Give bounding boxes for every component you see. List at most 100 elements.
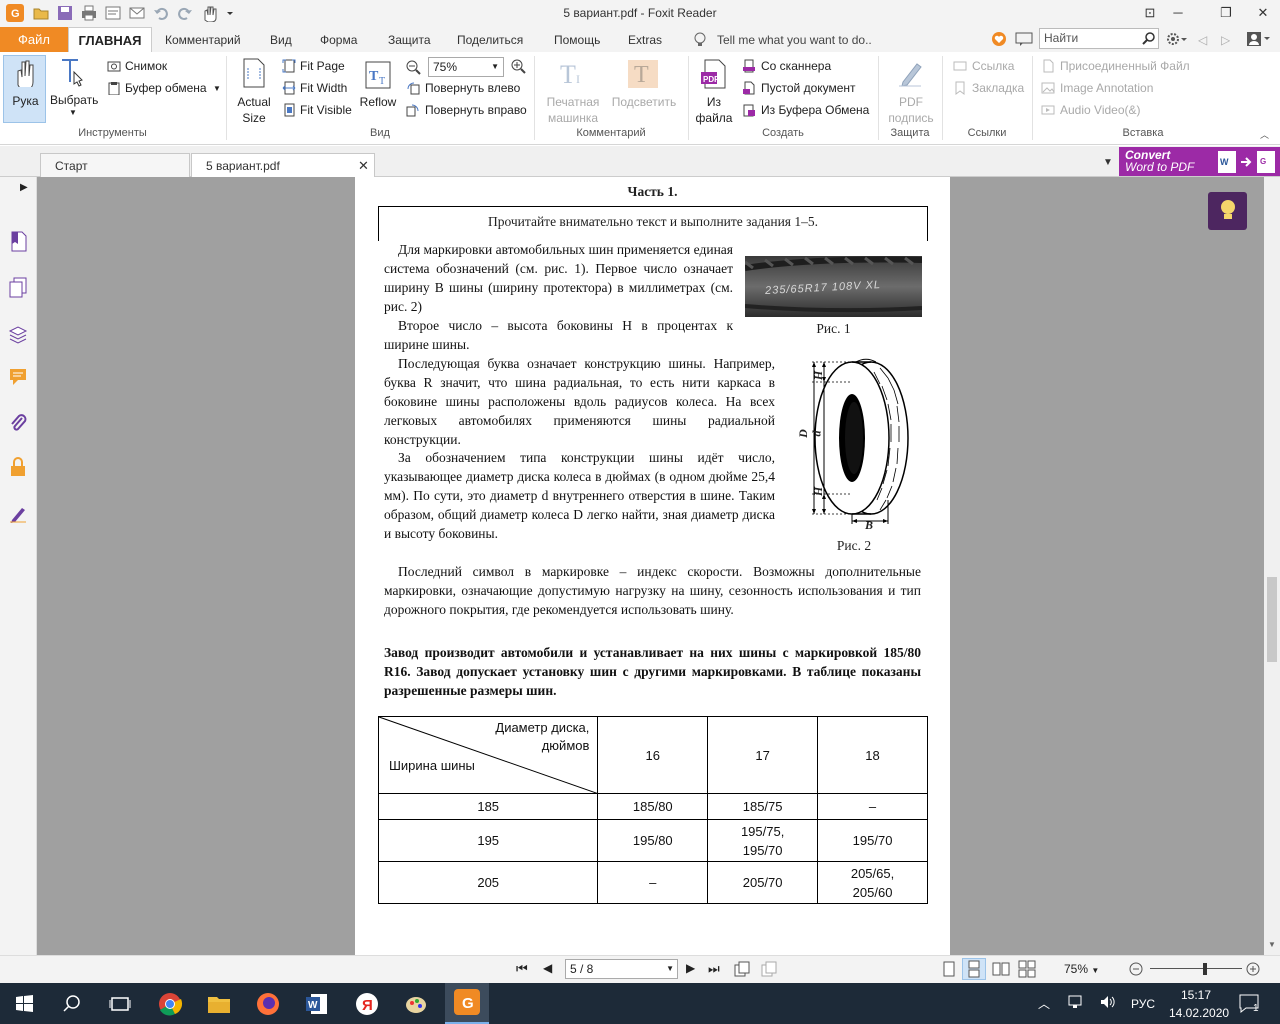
blank-doc-button[interactable]: Пустой документ (761, 81, 856, 95)
facing-page-icon[interactable] (992, 960, 1010, 978)
layers-panel-icon[interactable] (8, 322, 28, 344)
chat-icon[interactable] (1015, 31, 1033, 47)
zoom-in-icon[interactable] (510, 58, 526, 74)
pdf-sign-button[interactable]: PDF подпись (884, 55, 938, 125)
hand-tool-button[interactable]: Рука (3, 55, 46, 123)
settings-icon[interactable] (1165, 31, 1187, 47)
signatures-panel-icon[interactable] (8, 502, 28, 524)
fit-visible-button[interactable]: Fit Visible (300, 103, 352, 117)
volume-icon[interactable] (1099, 994, 1117, 1010)
from-scanner-button[interactable]: Со сканнера (761, 59, 831, 73)
tabs-dropdown-icon[interactable]: ▼ (1103, 157, 1113, 168)
collapse-ribbon-icon[interactable]: ︿ (1260, 128, 1269, 141)
status-zoom-in-icon[interactable] (1245, 961, 1261, 977)
search-input[interactable]: Найти (1039, 28, 1159, 49)
network-icon[interactable] (1068, 994, 1086, 1010)
tab-document[interactable]: 5 вариант.pdf (191, 153, 375, 177)
open-icon[interactable] (32, 4, 50, 22)
taskbar-search-icon[interactable] (56, 988, 88, 1020)
image-annotation-button[interactable]: Image Annotation (1060, 81, 1153, 95)
next-result-icon[interactable]: ▷ (1221, 33, 1230, 47)
account-icon[interactable] (1246, 31, 1270, 47)
close-button[interactable]: ✕ (1250, 2, 1276, 24)
fit-page-button[interactable]: Fit Page (300, 59, 345, 73)
show-hidden-icons-icon[interactable]: ︿ (1038, 995, 1050, 1012)
search-icon[interactable] (1142, 31, 1156, 45)
tab-form[interactable]: Форма (320, 33, 357, 47)
bookmarks-panel-icon[interactable] (8, 230, 28, 252)
tab-help[interactable]: Помощь (554, 33, 600, 47)
reflow-button[interactable]: TT Reflow (358, 55, 398, 115)
tab-start[interactable]: Старт (40, 153, 190, 177)
fit-width-button[interactable]: Fit Width (300, 81, 347, 95)
status-zoom-out-icon[interactable] (1128, 961, 1144, 977)
clock-date[interactable]: 14.02.2020 (1169, 1006, 1229, 1020)
typewriter-button[interactable]: TI Печатная машинка (542, 55, 604, 125)
zoom-out-icon[interactable] (405, 59, 421, 75)
redo-icon[interactable] (176, 4, 194, 22)
chrome-icon[interactable] (154, 988, 186, 1020)
actual-size-button[interactable]: Actual Size (233, 55, 275, 125)
tab-protect[interactable]: Защита (388, 33, 431, 47)
continuous-facing-icon[interactable] (1018, 960, 1036, 978)
comments-panel-icon[interactable] (8, 366, 28, 388)
clipboard-button[interactable]: Буфер обмена (125, 81, 207, 95)
email-icon[interactable] (128, 4, 146, 22)
from-file-button[interactable]: PDF Из файла (692, 55, 736, 125)
paint-icon[interactable] (400, 988, 432, 1020)
save-icon[interactable] (56, 4, 74, 22)
menu-file[interactable]: Файл (0, 27, 68, 52)
clock-time[interactable]: 15:17 (1181, 988, 1211, 1002)
rotate-right-button[interactable]: Повернуть вправо (425, 103, 527, 117)
from-clipboard-button[interactable]: Из Буфера Обмена (761, 103, 869, 117)
tab-share[interactable]: Поделиться (457, 33, 523, 47)
print-icon[interactable] (80, 4, 98, 22)
convert-word-to-pdf-banner[interactable]: Convert Word to PDF WG (1119, 147, 1280, 176)
tips-lightbulb-button[interactable] (1208, 192, 1247, 230)
status-zoom-select[interactable]: 75% ▼ (1064, 962, 1099, 976)
next-view-icon[interactable] (760, 960, 778, 978)
highlight-button[interactable]: T Подсветить (608, 55, 680, 115)
rotate-left-button[interactable]: Повернуть влево (425, 81, 520, 95)
close-tab-icon[interactable]: ✕ (358, 158, 369, 174)
zoom-slider[interactable] (1150, 962, 1242, 976)
audio-video-button[interactable]: Audio Video(&) (1060, 103, 1141, 117)
foxit-logo-icon[interactable]: G (6, 4, 24, 22)
properties-icon[interactable] (104, 4, 122, 22)
next-page-icon[interactable]: ▶ (686, 961, 695, 975)
heart-icon[interactable] (991, 31, 1007, 47)
windows-start-icon[interactable] (8, 988, 40, 1020)
pages-panel-icon[interactable] (8, 276, 28, 298)
input-language[interactable]: РУС (1131, 997, 1155, 1011)
tab-home[interactable]: ГЛАВНАЯ (68, 27, 152, 53)
first-page-icon[interactable]: ⏮ (516, 961, 528, 977)
link-button[interactable]: Ссылка (972, 59, 1014, 73)
prev-result-icon[interactable]: ◁ (1198, 33, 1207, 47)
zoom-select[interactable]: 75% ▼ (428, 57, 504, 77)
select-tool-button[interactable]: Выбрать ▼ (50, 55, 98, 123)
yandex-browser-icon[interactable]: Я (351, 988, 383, 1020)
vertical-scrollbar[interactable]: ▼ (1264, 177, 1280, 955)
tab-view[interactable]: Вид (270, 33, 292, 47)
tab-extras[interactable]: Extras (628, 33, 662, 47)
previous-view-icon[interactable] (733, 960, 751, 978)
tell-me-input[interactable]: Tell me what you want to do.. (717, 33, 872, 47)
firefox-icon[interactable] (252, 988, 284, 1020)
prev-page-icon[interactable]: ◀ (543, 961, 552, 975)
scroll-down-icon[interactable]: ▼ (1268, 940, 1276, 949)
hand-dropdown-icon[interactable] (200, 4, 236, 22)
foxit-taskbar-button[interactable]: G (445, 983, 489, 1024)
file-explorer-icon[interactable] (203, 988, 235, 1020)
task-view-icon[interactable] (104, 988, 136, 1020)
snapshot-button[interactable]: Снимок (125, 59, 167, 73)
last-page-icon[interactable]: ⏭ (708, 961, 720, 977)
word-icon[interactable]: W (301, 988, 333, 1020)
undo-icon[interactable] (152, 4, 170, 22)
maximize-button[interactable]: ❐ (1213, 2, 1239, 24)
zoom-slider-thumb[interactable] (1203, 963, 1207, 975)
clipboard-dropdown-icon[interactable]: ▼ (213, 84, 221, 93)
continuous-page-icon[interactable] (962, 958, 986, 980)
page-number-input[interactable]: 5 / 8 ▼ (565, 959, 678, 979)
ribbon-options-icon[interactable]: ⊡ (1137, 2, 1163, 24)
single-page-icon[interactable] (940, 960, 958, 978)
